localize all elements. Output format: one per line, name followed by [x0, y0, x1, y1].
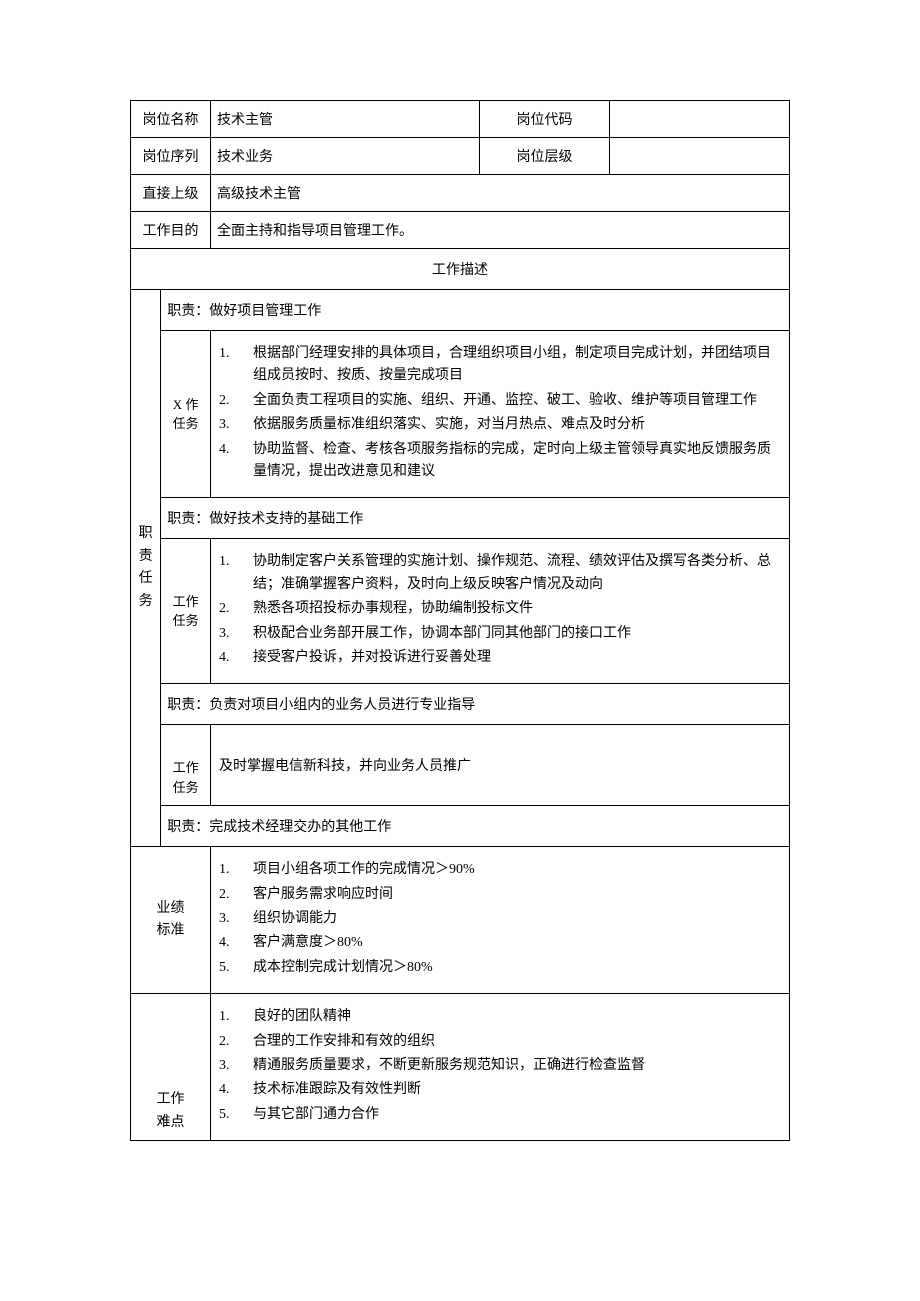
performance-label: 业绩标准 — [131, 847, 211, 994]
duty-section-label: 职责 任务 — [131, 290, 161, 847]
position-series-value: 技术业务 — [211, 138, 480, 175]
work-purpose-label: 工作目的 — [131, 212, 211, 249]
position-series-label: 岗位序列 — [131, 138, 211, 175]
difficulty-label: 工作难点 — [131, 994, 211, 1141]
work-purpose-value: 全面主持和指导项目管理工作。 — [211, 212, 790, 249]
duty3-tasks: 及时掌握电信新科技，并向业务人员推广 — [211, 725, 790, 806]
task-label-3: 工作任务 — [161, 725, 211, 806]
duty2-tasks: 1.协助制定客户关系管理的实施计划、操作规范、流程、绩效评估及撰写各类分析、总结… — [211, 539, 790, 684]
position-code-label: 岗位代码 — [480, 101, 610, 138]
position-level-label: 岗位层级 — [480, 138, 610, 175]
duty3-title: 职责：负责对项目小组内的业务人员进行专业指导 — [161, 684, 790, 725]
job-description-table: 岗位名称 技术主管 岗位代码 岗位序列 技术业务 岗位层级 直接上级 高级技术主… — [130, 100, 790, 1141]
difficulty-items: 1.良好的团队精神 2.合理的工作安排和有效的组织 3.精通服务质量要求，不断更… — [211, 994, 790, 1141]
direct-superior-value: 高级技术主管 — [211, 175, 790, 212]
duty1-title: 职责：做好项目管理工作 — [161, 290, 790, 331]
duty1-tasks: 1.根据部门经理安排的具体项目，合理组织项目小组，制定项目完成计划，并团结项目组… — [211, 331, 790, 498]
task-label-1: X 作任务 — [161, 331, 211, 498]
position-name-value: 技术主管 — [211, 101, 480, 138]
position-code-value — [610, 101, 790, 138]
duty4-title: 职责：完成技术经理交办的其他工作 — [161, 806, 790, 847]
task-label-2: 工作任务 — [161, 539, 211, 684]
duty2-title: 职责：做好技术支持的基础工作 — [161, 498, 790, 539]
direct-superior-label: 直接上级 — [131, 175, 211, 212]
work-desc-title: 工作描述 — [131, 249, 790, 290]
position-level-value — [610, 138, 790, 175]
position-name-label: 岗位名称 — [131, 101, 211, 138]
performance-items: 1.项目小组各项工作的完成情况＞90% 2.客户服务需求响应时间 3.组织协调能… — [211, 847, 790, 994]
